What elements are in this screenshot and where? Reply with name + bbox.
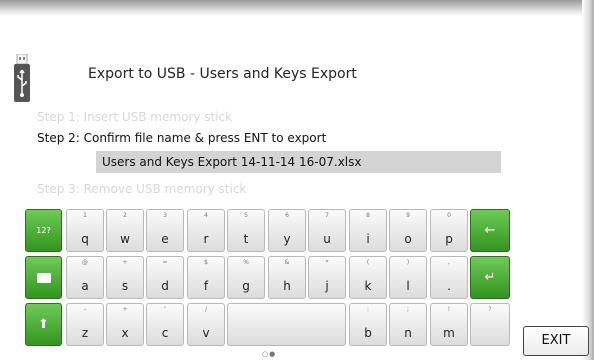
step-3-text: Step 3: Remove USB memory stick bbox=[37, 182, 247, 196]
key-l[interactable]: ) l bbox=[389, 256, 427, 299]
key-r[interactable]: 4r bbox=[187, 209, 225, 252]
key-w[interactable]: 2w bbox=[106, 209, 144, 252]
key-k[interactable]: (k bbox=[349, 256, 387, 299]
keyboard-layout-button[interactable] bbox=[25, 256, 62, 299]
mode-toggle-button[interactable]: 12? bbox=[25, 209, 62, 252]
key-space[interactable] bbox=[227, 303, 346, 346]
key-period[interactable]: ,. bbox=[430, 256, 468, 299]
key-x[interactable]: + x bbox=[106, 303, 144, 346]
filename-field[interactable]: Users and Keys Export 14-11-14 16-07.xls… bbox=[96, 151, 501, 173]
key-m[interactable]: ! m bbox=[430, 303, 468, 346]
key-n[interactable]: ; n bbox=[389, 303, 427, 346]
shift-up-arrow-icon: ⬆ bbox=[38, 317, 49, 332]
key-t[interactable]: 5t bbox=[227, 209, 265, 252]
page-title: Export to USB - Users and Keys Export bbox=[88, 66, 357, 82]
key-i[interactable]: 8i bbox=[349, 209, 387, 252]
key-e[interactable]: 3e bbox=[146, 209, 184, 252]
backspace-arrow-icon: ← bbox=[484, 223, 496, 238]
export-screen: Export to USB - Users and Keys Export St… bbox=[0, 0, 594, 360]
step-2-text: Step 2: Confirm file name & press ENT to… bbox=[37, 131, 327, 145]
bezel-top bbox=[0, 0, 594, 16]
keyboard-icon bbox=[36, 273, 51, 283]
key-p[interactable]: 0p bbox=[430, 209, 468, 252]
enter-return-icon: ↵ bbox=[484, 270, 496, 285]
key-g[interactable]: % g bbox=[227, 256, 265, 299]
key-y[interactable]: 6y bbox=[268, 209, 306, 252]
usb-icon bbox=[14, 54, 30, 102]
key-d[interactable]: = d bbox=[146, 256, 184, 299]
enter-button[interactable]: ↵ bbox=[470, 256, 510, 299]
key-u[interactable]: 7u bbox=[308, 209, 346, 252]
key-a[interactable]: @ a bbox=[66, 256, 104, 299]
step-1-text: Step 1: Insert USB memory stick bbox=[37, 110, 233, 124]
key-q[interactable]: 1q bbox=[66, 209, 104, 252]
bezel-right bbox=[582, 0, 594, 360]
key-o[interactable]: 9o bbox=[389, 209, 427, 252]
shift-button[interactable]: ⬆ bbox=[25, 303, 62, 346]
page-indicator: ○● bbox=[262, 350, 277, 358]
key-v[interactable]: / v bbox=[187, 303, 225, 346]
key-f[interactable]: $ f bbox=[187, 256, 225, 299]
key-h[interactable]: & h bbox=[268, 256, 306, 299]
key-z[interactable]: -z bbox=[66, 303, 104, 346]
exit-button[interactable]: EXIT bbox=[523, 326, 589, 356]
key-j[interactable]: * j bbox=[308, 256, 346, 299]
mode-toggle-label: 12? bbox=[36, 226, 51, 235]
key-s[interactable]: + s bbox=[106, 256, 144, 299]
key-question[interactable]: ? bbox=[470, 303, 510, 346]
key-c[interactable]: ' c bbox=[146, 303, 184, 346]
backspace-button[interactable]: ← bbox=[470, 209, 510, 252]
key-b[interactable]: :b bbox=[349, 303, 387, 346]
